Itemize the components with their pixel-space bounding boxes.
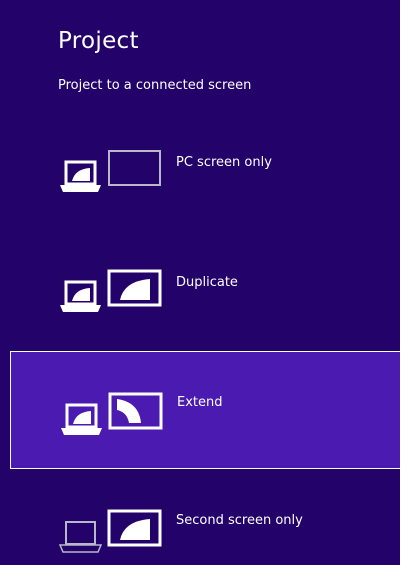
option-label: PC screen only	[176, 155, 272, 170]
option-extend[interactable]: Extend	[10, 351, 400, 469]
extend-icon	[61, 392, 163, 435]
option-label: Duplicate	[176, 275, 238, 290]
pc-screen-only-icon	[60, 150, 161, 192]
page-title: Project	[58, 28, 139, 54]
option-label: Extend	[177, 395, 223, 410]
option-duplicate[interactable]: Duplicate	[10, 225, 400, 343]
option-pc-screen-only[interactable]: PC screen only	[10, 105, 400, 223]
option-second-screen-only[interactable]: Second screen only	[10, 464, 400, 565]
page-subtitle: Project to a connected screen	[58, 78, 252, 93]
second-screen-only-icon	[58, 509, 162, 553]
option-label: Second screen only	[176, 513, 303, 528]
project-pane: Project Project to a connected screen PC…	[0, 0, 400, 565]
duplicate-icon	[60, 269, 162, 312]
